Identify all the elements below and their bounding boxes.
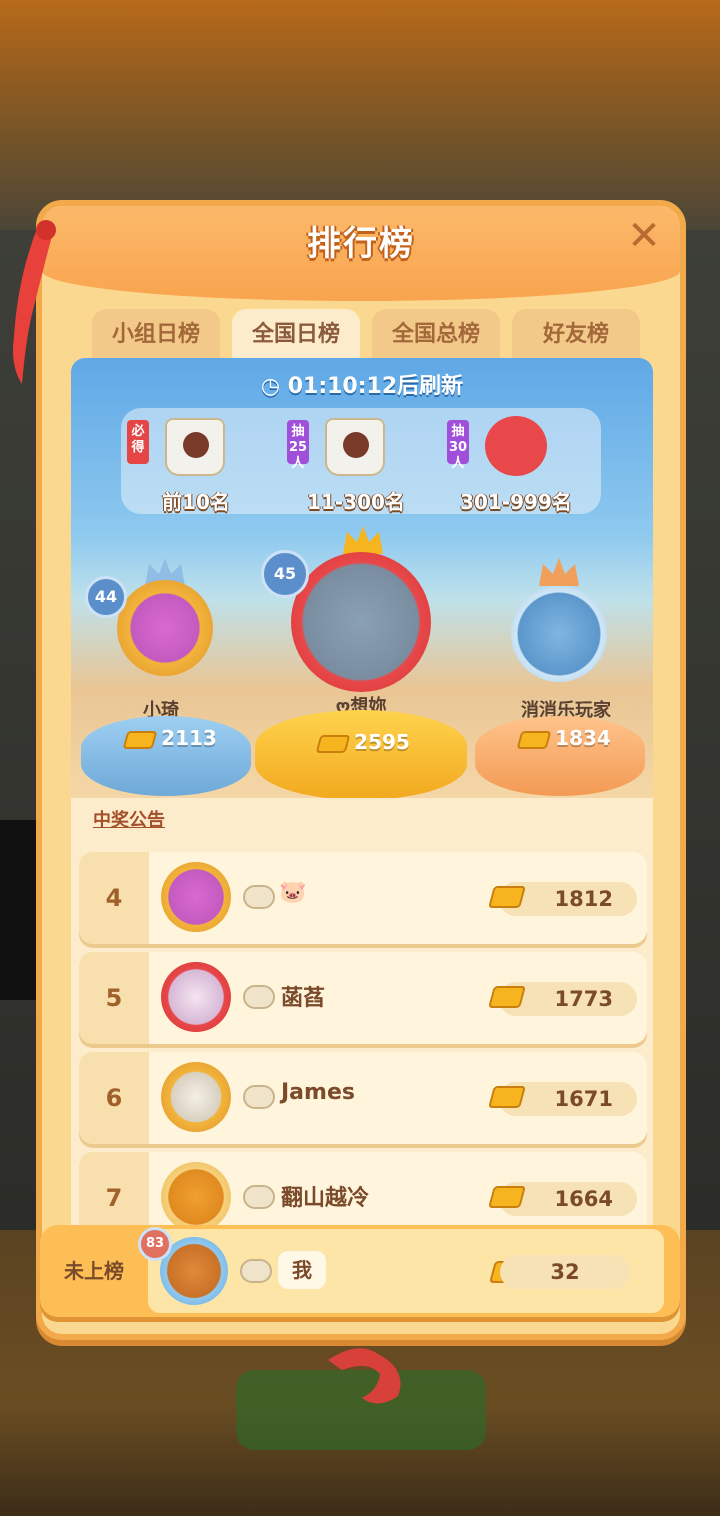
leaderboard-content: ◷ 01:10:12后刷新 必得 前10名 抽25人 11-300名 抽30人 [71,358,653,1308]
prize-banner: ◷ 01:10:12后刷新 必得 前10名 抽25人 11-300名 抽30人 [71,358,653,798]
my-rank-row[interactable]: 未上榜 83 我 32 [40,1225,680,1317]
rank-number: 4 [79,852,149,944]
player-avatar [161,1062,231,1132]
player-name: 菡萏 [281,986,326,1011]
backdrop-dark-strip [0,820,40,1000]
prize-label: 301-999名 [460,490,572,514]
my-level-badge: 83 [138,1227,172,1261]
level-badge-second: 44 [85,576,127,618]
avatar-first[interactable] [291,552,431,692]
refresh-timer: ◷ 01:10:12后刷新 [71,368,653,400]
gift-bag-icon [325,418,385,476]
rank-row[interactable]: 5 菡萏 1773 [79,952,647,1044]
rank-row[interactable]: 6 James 1671 [79,1052,647,1144]
pig-icon: 🐷 [279,880,307,905]
close-icon[interactable]: ✕ [624,216,664,256]
player-avatar [161,862,231,932]
score-second: 2113 [111,726,231,750]
gold-bar-icon [488,1186,526,1208]
bunny-icon [240,1259,272,1283]
dialog-title: 排行榜 [307,224,415,264]
score-third: 1834 [505,726,625,750]
rank-row[interactable]: 4 🐷 1812 [79,852,647,944]
bunny-icon [243,1085,275,1109]
ribbon-icon [13,220,56,384]
prize-box: 必得 前10名 抽25人 11-300名 抽30人 301-999名 [121,408,601,514]
prize-label: 前10名 [162,490,230,514]
avatar-third[interactable] [511,586,607,682]
refresh-text: 01:10:12后刷新 [287,374,464,399]
gold-bar-icon [122,730,158,749]
podium-base-first [255,710,467,798]
prize-tag: 必得 [127,420,149,464]
prize-tag: 抽25人 [287,420,309,471]
clock-icon: ◷ [260,374,281,399]
player-name: 翻山越冷 [281,1186,370,1211]
gift-bag-icon [165,418,225,476]
player-avatar [161,962,231,1032]
gold-bar-icon [488,1086,526,1108]
bunny-icon [243,1185,275,1209]
tab-national-total[interactable]: 全国总榜 [372,309,500,361]
my-rank-status: 未上榜 [64,1259,124,1283]
score-first: 2595 [299,730,429,754]
rank-number: 6 [79,1052,149,1144]
fox-plush-icon [485,416,547,476]
tab-friends[interactable]: 好友榜 [512,309,640,361]
crown-icon-third [537,556,581,586]
bunny-icon [243,885,275,909]
avatar-second[interactable] [117,580,213,676]
prize-11-300[interactable]: 抽25人 11-300名 [281,412,431,514]
leaderboard-dialog: 排行榜 ✕ 小组日榜 全国日榜 全国总榜 好友榜 ◷ 01:10:12后刷新 必… [13,200,686,1340]
gold-bar-icon [488,886,526,908]
backdrop-top [0,0,720,230]
bunny-icon [243,985,275,1009]
tab-group-daily[interactable]: 小组日榜 [92,309,220,361]
my-name: 我 [278,1251,326,1289]
gold-bar-icon [315,734,351,753]
player-avatar [161,1162,231,1232]
prize-top10[interactable]: 必得 前10名 [121,412,271,514]
prize-301-999[interactable]: 抽30人 301-999名 [441,412,591,514]
tab-national-daily[interactable]: 全国日榜 [232,309,360,365]
rank-number: 5 [79,952,149,1044]
my-score: 32 [500,1255,630,1289]
winner-announcement-link[interactable]: 中奖公告 [93,806,165,832]
level-badge-first: 45 [261,550,309,598]
gold-bar-icon [488,986,526,1008]
player-name: James [281,1080,355,1105]
gold-bar-icon [516,730,552,749]
prize-label: 11-300名 [307,490,405,514]
ribbon-knot-icon [328,1348,401,1404]
tab-bar: 小组日榜 全国日榜 全国总榜 好友榜 [92,309,642,365]
crown-icon-first [341,524,385,554]
prize-tag: 抽30人 [447,420,469,471]
